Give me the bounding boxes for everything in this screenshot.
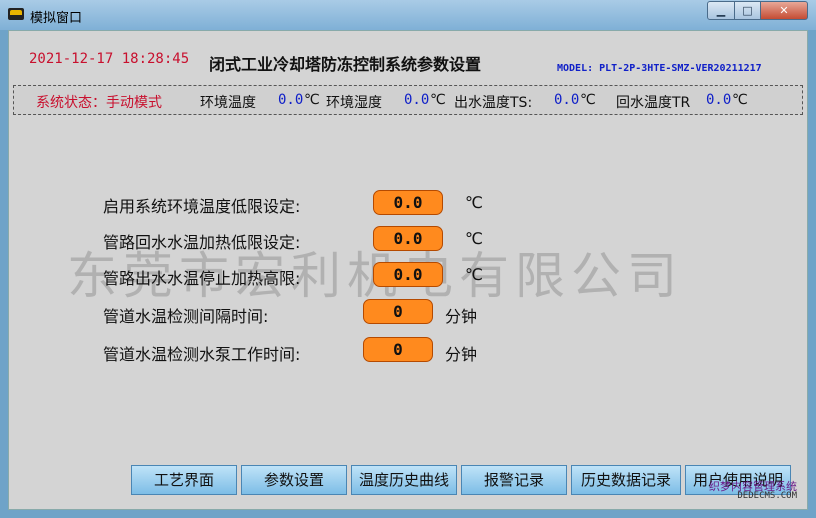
client-area: 2021-12-17 18:28:45 闭式工业冷却塔防冻控制系统参数设置 MO… — [8, 30, 808, 510]
check-interval-input[interactable]: 0 — [363, 299, 433, 324]
app-icon — [8, 8, 24, 20]
nav-alarms-button[interactable]: 报警记录 — [461, 465, 567, 495]
param-label-pump-work-time: 管道水温检测水泵工作时间: — [103, 345, 301, 364]
param-unit-pump-work-time: 分钟 — [445, 345, 478, 364]
return-temp-label: 回水温度TR — [616, 95, 691, 111]
env-humidity-unit: ℃ — [430, 92, 446, 108]
outlet-temp-value: 0.0 — [554, 92, 580, 108]
corner-watermark-line2: DEDECMS.COM — [737, 491, 797, 501]
nav-process-button[interactable]: 工艺界面 — [131, 465, 237, 495]
page-title: 闭式工业冷却塔防冻控制系统参数设置 — [209, 55, 482, 74]
param-unit-check-interval: 分钟 — [445, 307, 478, 326]
return-temp-value: 0.0 — [706, 92, 732, 108]
system-state: 系统状态：手动模式 — [36, 95, 162, 111]
param-label-check-interval: 管道水温检测间隔时间: — [103, 307, 269, 326]
param-label-outlet-stop-high: 管路出水水温停止加热高限: — [103, 269, 301, 288]
nav-params-button[interactable]: 参数设置 — [241, 465, 347, 495]
env-temp-low-input[interactable]: 0.0 — [373, 190, 443, 215]
nav-temp-history-button[interactable]: 温度历史曲线 — [351, 465, 457, 495]
outlet-temp-label: 出水温度TS: — [454, 95, 533, 111]
return-temp-unit: ℃ — [732, 92, 748, 108]
outlet-temp-unit: ℃ — [580, 92, 596, 108]
close-button[interactable]: ✕ — [760, 1, 808, 20]
env-temp-unit: ℃ — [304, 92, 320, 108]
window-title: 模拟窗口 — [30, 11, 83, 26]
status-bar: 系统状态：手动模式 环境温度 0.0 ℃ 环境湿度 0.0 ℃ 出水温度TS: … — [13, 85, 803, 115]
outlet-stop-high-input[interactable]: 0.0 — [373, 262, 443, 287]
datetime-display: 2021-12-17 18:28:45 — [29, 51, 190, 67]
env-humidity-value: 0.0 — [404, 92, 430, 108]
param-unit-env-temp-low: ℃ — [465, 193, 483, 212]
pump-work-time-input[interactable]: 0 — [363, 337, 433, 362]
nav-history-data-button[interactable]: 历史数据记录 — [571, 465, 681, 495]
title-bar[interactable]: 模拟窗口 ▁ □ ✕ — [0, 0, 816, 30]
minimize-button[interactable]: ▁ — [707, 1, 735, 20]
env-temp-label: 环境温度 — [200, 95, 256, 111]
param-unit-outlet-stop-high: ℃ — [465, 265, 483, 284]
return-heat-low-input[interactable]: 0.0 — [373, 226, 443, 251]
model-label: MODEL: PLT-2P-3HTE-SMZ-VER20211217 — [557, 63, 762, 74]
env-humidity-label: 环境湿度 — [326, 95, 382, 111]
maximize-button[interactable]: □ — [734, 1, 761, 20]
param-unit-return-heat-low: ℃ — [465, 229, 483, 248]
param-label-return-heat-low: 管路回水水温加热低限设定: — [103, 233, 301, 252]
env-temp-value: 0.0 — [278, 92, 304, 108]
param-label-env-temp-low: 启用系统环境温度低限设定: — [103, 197, 301, 216]
corner-watermark: 织梦内容管理系统 DEDECMS.COM — [709, 481, 797, 501]
